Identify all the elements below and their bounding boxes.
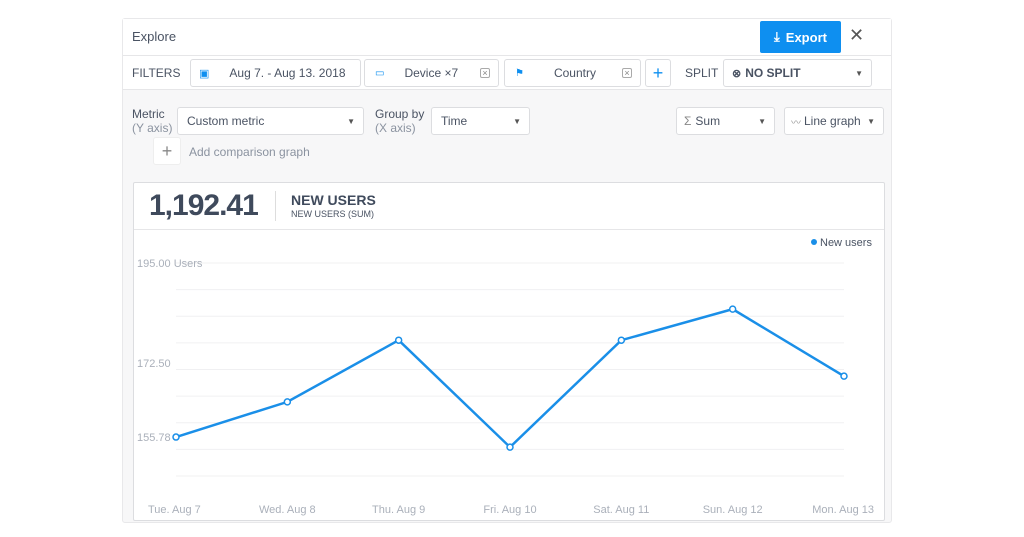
page-title: Explore bbox=[132, 29, 177, 44]
caret-down-icon: ▼ bbox=[867, 116, 875, 126]
y-tick-label: 195.00 Users bbox=[137, 258, 203, 270]
caret-down-icon: ▼ bbox=[855, 68, 863, 78]
calendar-icon: ▣ bbox=[199, 67, 210, 80]
x-tick-label: Thu. Aug 9 bbox=[372, 504, 425, 516]
header: Explore ⤓ Export ✕ bbox=[123, 19, 891, 55]
chart-card: 1,192.41 NEW USERS NEW USERS (SUM) 195.0… bbox=[133, 182, 885, 521]
y-tick-label: 172.50 bbox=[137, 358, 171, 370]
x-tick-label: Wed. Aug 8 bbox=[259, 504, 316, 516]
no-split-icon: ⊗ bbox=[732, 67, 742, 80]
line-chart: 195.00 Users 172.50 155.78 Tue. Aug 7 Wed. A… bbox=[137, 237, 874, 516]
data-point bbox=[840, 372, 848, 380]
caret-down-icon: ▼ bbox=[758, 116, 766, 126]
x-tick-label: Sat. Aug 11 bbox=[593, 504, 649, 516]
split-select[interactable]: ⊗ NO SPLIT ▼ bbox=[723, 59, 872, 87]
metric-sublabel: (Y axis) bbox=[132, 121, 173, 135]
x-tick-label: Sun. Aug 12 bbox=[703, 504, 763, 516]
legend-dot bbox=[811, 239, 817, 245]
data-point bbox=[617, 336, 626, 344]
add-filter-button[interactable]: + bbox=[645, 59, 671, 87]
sigma-icon: Σ bbox=[684, 114, 692, 128]
y-tick-label: 155.78 bbox=[137, 432, 171, 444]
x-tick-label: Mon. Aug 13 bbox=[812, 504, 874, 516]
export-button[interactable]: ⤓ Export bbox=[760, 21, 841, 53]
remove-filter-icon[interactable]: × bbox=[480, 68, 490, 78]
remove-filter-icon[interactable]: × bbox=[622, 68, 632, 78]
data-point bbox=[283, 398, 292, 406]
device-filter[interactable]: ▭ Device ×7 × bbox=[364, 59, 499, 87]
plus-icon: + bbox=[161, 140, 173, 161]
explore-panel: Explore ⤓ Export ✕ FILTERS ▣ Aug 7. - Aug … bbox=[122, 18, 892, 523]
add-comparison-link[interactable]: Add comparison graph bbox=[189, 145, 310, 159]
data-point bbox=[728, 305, 737, 313]
data-point bbox=[394, 336, 403, 344]
group-by-label: Group by bbox=[375, 107, 425, 121]
metric-label: Metric bbox=[132, 107, 165, 121]
x-tick-label: Tue. Aug 7 bbox=[148, 504, 201, 516]
x-tick-label: Fri. Aug 10 bbox=[483, 504, 536, 516]
filters-row: FILTERS ▣ Aug 7. - Aug 13. 2018 ▭ Device ×… bbox=[123, 55, 891, 90]
device-icon: ▭ bbox=[375, 67, 385, 79]
flag-icon: ⚑ bbox=[515, 67, 524, 79]
data-point bbox=[506, 443, 514, 451]
country-filter[interactable]: ⚑ Country × bbox=[504, 59, 641, 87]
add-comparison-button[interactable]: + bbox=[153, 137, 181, 165]
graph-type-select[interactable]: 〰 Line graph ▼ bbox=[784, 107, 884, 135]
series-line bbox=[175, 307, 845, 449]
group-by-select[interactable]: Time ▼ bbox=[431, 107, 530, 135]
aggregation-select[interactable]: Σ Sum ▼ bbox=[676, 107, 775, 135]
data-point bbox=[172, 433, 180, 441]
caret-down-icon: ▼ bbox=[347, 116, 355, 126]
filters-label: FILTERS bbox=[132, 66, 181, 80]
download-icon: ⤓ bbox=[774, 29, 780, 44]
caret-down-icon: ▼ bbox=[513, 116, 521, 126]
group-by-sublabel: (X axis) bbox=[375, 121, 416, 135]
date-range-filter[interactable]: ▣ Aug 7. - Aug 13. 2018 bbox=[190, 59, 361, 87]
legend-label: New users bbox=[820, 237, 872, 249]
split-label: SPLIT bbox=[685, 66, 719, 80]
close-icon[interactable]: ✕ bbox=[849, 25, 864, 46]
metric-select[interactable]: Custom metric ▼ bbox=[177, 107, 364, 135]
line-graph-icon: 〰 bbox=[791, 117, 801, 129]
plus-icon: + bbox=[652, 62, 664, 83]
